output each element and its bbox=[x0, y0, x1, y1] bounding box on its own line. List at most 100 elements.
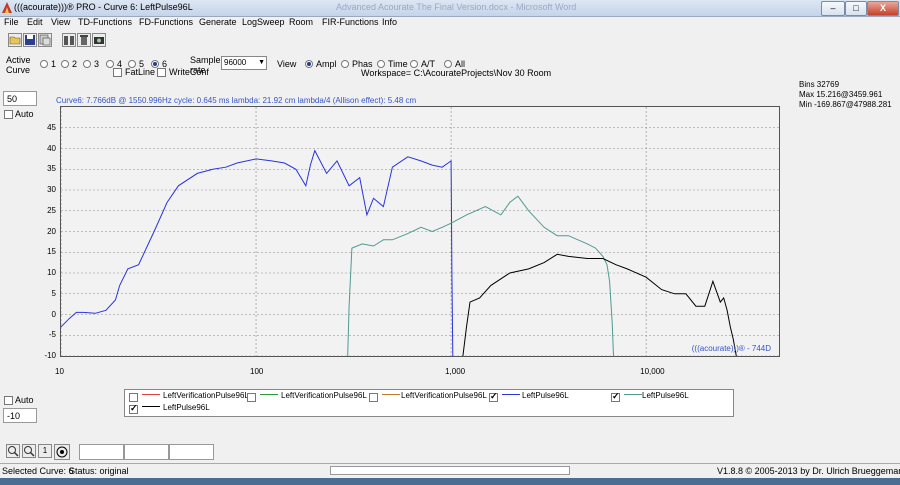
menu-info[interactable]: Info bbox=[382, 17, 397, 27]
title-bar: (((acourate)))® PRO - Curve 6: LeftPulse… bbox=[0, 0, 900, 17]
legend-label-4: LeftPulse96L bbox=[522, 391, 569, 400]
series-line-2 bbox=[347, 195, 614, 356]
legend-checkbox-2[interactable] bbox=[247, 393, 256, 402]
ymax-input[interactable]: 50 bbox=[3, 91, 37, 106]
legend-checkbox-3[interactable] bbox=[369, 393, 378, 402]
auto-bottom-label: Auto bbox=[15, 395, 34, 405]
legend-swatch-2 bbox=[260, 394, 278, 395]
y-tick-label: 35 bbox=[47, 164, 56, 174]
menu-generate[interactable]: Generate bbox=[199, 17, 237, 27]
curve-radio-2-label: 2 bbox=[72, 59, 78, 69]
background-window-title: Advanced Acourate The Final Version.docx… bbox=[336, 2, 577, 12]
y-tick-label: 10 bbox=[47, 268, 56, 277]
curve-radio-6[interactable] bbox=[151, 60, 159, 68]
zoom-in-icon[interactable] bbox=[6, 444, 20, 458]
y-tick-label: -5 bbox=[48, 330, 56, 340]
legend-label-5: LeftPulse96L bbox=[642, 391, 689, 400]
curve-radio-5-label: 5 bbox=[139, 59, 145, 69]
view-radio-at-label: A/T bbox=[421, 59, 436, 69]
x-tick-label: 10 bbox=[55, 367, 64, 376]
view-radio-time[interactable] bbox=[377, 60, 385, 68]
x-tick-label: 1,000 bbox=[445, 367, 466, 376]
trash-icon[interactable] bbox=[77, 33, 91, 47]
taskbar bbox=[0, 478, 900, 485]
view-label: View bbox=[277, 59, 297, 69]
menu-fir-functions[interactable]: FIR-Functions bbox=[322, 17, 379, 27]
curve-stats: Bins 32769 Max 15.216@3459.961 Min -169.… bbox=[799, 80, 892, 110]
auto-top-checkbox[interactable] bbox=[4, 110, 13, 119]
auto-top-label: Auto bbox=[15, 109, 34, 119]
curve-radio-2[interactable] bbox=[61, 60, 69, 68]
workspace-path: Workspace= C:\AcourateProjects\Nov 30 Ro… bbox=[361, 68, 552, 78]
view-radio-phas-label: Phas bbox=[352, 59, 373, 69]
stats-min: Min -169.867@47988.281 bbox=[799, 100, 892, 109]
maximize-button[interactable]: □ bbox=[845, 1, 867, 16]
ymin-input[interactable]: -10 bbox=[3, 408, 37, 423]
minimize-button[interactable]: – bbox=[821, 1, 845, 16]
menu-bar: File Edit View TD-Functions FD-Functions… bbox=[0, 17, 900, 30]
curve-radio-3[interactable] bbox=[83, 60, 91, 68]
window-title: (((acourate)))® PRO - Curve 6: LeftPulse… bbox=[14, 2, 193, 12]
menu-logsweep[interactable]: LogSweep bbox=[242, 17, 285, 27]
status-field-3 bbox=[169, 444, 214, 460]
stack-icon[interactable] bbox=[62, 33, 76, 47]
save-as-icon[interactable] bbox=[38, 33, 52, 47]
series-line-3 bbox=[462, 253, 737, 356]
legend-checkbox-6[interactable] bbox=[129, 403, 138, 414]
menu-edit[interactable]: Edit bbox=[27, 17, 43, 27]
menu-file[interactable]: File bbox=[4, 17, 19, 27]
curve-radio-1-label: 1 bbox=[51, 59, 57, 69]
crosshair-icon[interactable] bbox=[54, 444, 70, 460]
curve-radio-3-label: 3 bbox=[94, 59, 100, 69]
view-radio-time-label: Time bbox=[388, 59, 408, 69]
zoom-reset-icon[interactable]: 1 bbox=[38, 444, 52, 458]
sample-rate-value: 96000 bbox=[224, 58, 247, 67]
view-radio-all[interactable] bbox=[444, 60, 452, 68]
open-folder-icon[interactable] bbox=[8, 33, 22, 47]
stats-max: Max 15.216@3459.961 bbox=[799, 90, 883, 99]
legend-swatch-1 bbox=[142, 394, 160, 395]
sample-rate-select[interactable]: 96000 ▼ bbox=[221, 56, 267, 70]
curve-radio-4[interactable] bbox=[106, 60, 114, 68]
view-radio-ampl[interactable] bbox=[305, 60, 313, 68]
menu-room[interactable]: Room bbox=[289, 17, 313, 27]
progress-bar bbox=[330, 466, 570, 475]
watermark: (((acourate)))® - 744D bbox=[691, 344, 771, 353]
version-text: V1.8.8 © 2005-2013 by Dr. Ulrich Bruegge… bbox=[717, 466, 900, 476]
cursor-info-line: Curve6: 7.766dB @ 1550.996Hz cycle: 0.64… bbox=[56, 96, 417, 105]
selected-curve-text: Selected Curve: 6 bbox=[2, 466, 74, 476]
menu-fd-functions[interactable]: FD-Functions bbox=[139, 17, 193, 27]
view-radio-phas[interactable] bbox=[341, 60, 349, 68]
y-tick-label: -10 bbox=[44, 351, 56, 360]
legend-checkbox-4[interactable] bbox=[489, 391, 498, 402]
y-tick-label: 45 bbox=[47, 122, 56, 132]
view-radio-at[interactable] bbox=[410, 60, 418, 68]
legend-checkbox-5[interactable] bbox=[611, 391, 620, 402]
curve-radio-5[interactable] bbox=[128, 60, 136, 68]
close-button[interactable]: X bbox=[867, 1, 899, 16]
view-radio-ampl-label: Ampl bbox=[316, 59, 337, 69]
writeconf-checkbox[interactable] bbox=[157, 68, 166, 77]
zoom-out-icon[interactable] bbox=[22, 444, 36, 458]
legend-swatch-3 bbox=[382, 394, 400, 395]
menu-view[interactable]: View bbox=[51, 17, 70, 27]
status-field-1 bbox=[79, 444, 124, 460]
x-tick-label: 100 bbox=[250, 367, 264, 376]
camera-icon[interactable] bbox=[92, 33, 106, 47]
legend-swatch-6 bbox=[142, 406, 160, 407]
legend-checkbox-1[interactable] bbox=[129, 393, 138, 402]
menu-td-functions[interactable]: TD-Functions bbox=[78, 17, 132, 27]
chart-svg bbox=[61, 107, 779, 356]
legend-label-2: LeftVerificationPulse96L bbox=[281, 391, 367, 400]
curve-radio-1[interactable] bbox=[40, 60, 48, 68]
status-field-2 bbox=[124, 444, 169, 460]
auto-bottom-checkbox[interactable] bbox=[4, 396, 13, 405]
fatline-checkbox[interactable] bbox=[113, 68, 122, 77]
toolbar: FatLine WriteConf Workspace= C:\Acourate… bbox=[0, 31, 900, 78]
legend: LeftVerificationPulse96L LeftVerificatio… bbox=[124, 389, 734, 417]
legend-swatch-4 bbox=[502, 394, 520, 395]
frequency-plot[interactable]: (((acourate)))® - 744D bbox=[60, 106, 780, 357]
save-icon[interactable] bbox=[23, 33, 37, 47]
curve-radio-4-label: 4 bbox=[117, 59, 123, 69]
chevron-down-icon: ▼ bbox=[258, 59, 265, 66]
